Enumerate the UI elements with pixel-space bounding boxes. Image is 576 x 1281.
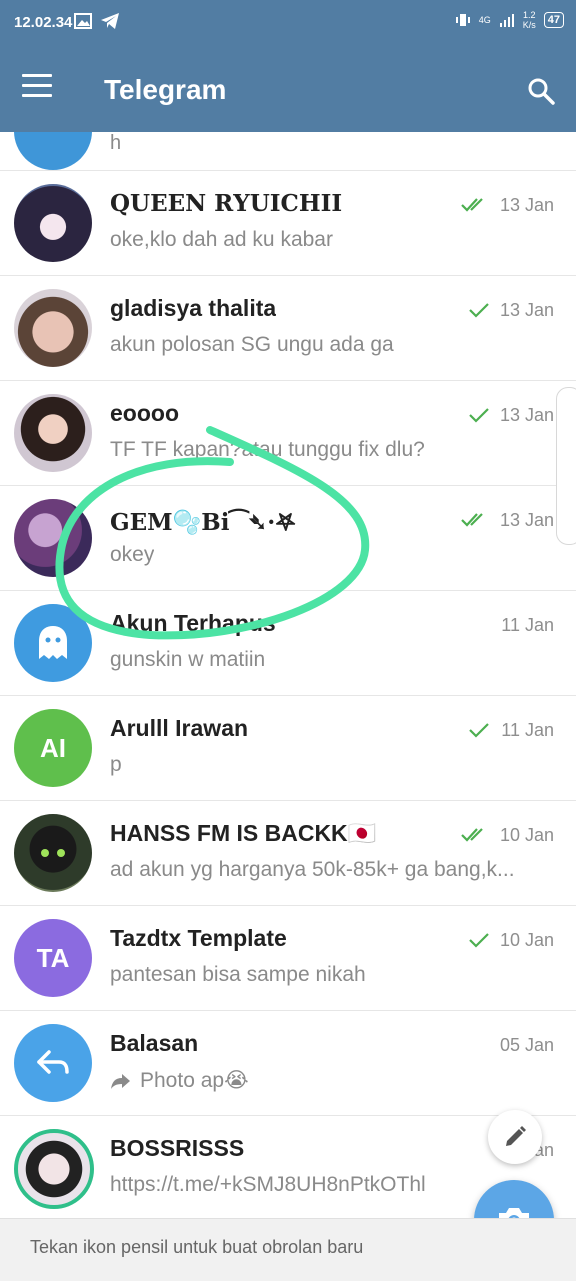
- chat-row-partial[interactable]: h: [0, 132, 576, 171]
- chat-date: 10 Jan: [499, 825, 554, 845]
- chat-name: Tazdtx Template: [110, 925, 287, 951]
- forward-icon: [111, 1073, 130, 1089]
- double-check-icon: [461, 513, 483, 527]
- chat-row[interactable]: HANSS FM IS BACKK🇯🇵 10 Jan ad akun yg ha…: [0, 801, 576, 906]
- avatar: [14, 814, 92, 892]
- check-icon: [469, 723, 489, 738]
- avatar: [14, 1129, 94, 1209]
- chat-name: 𝐆𝐄𝐌🫧𝐁𝐢⁀➴·𖤐: [110, 509, 296, 536]
- chat-row[interactable]: TA Tazdtx Template 10 Jan pantesan bisa …: [0, 906, 576, 1011]
- app-bar: Telegram: [0, 48, 576, 132]
- chat-name: 𝐐𝐔𝐄𝐄𝐍 𝐑𝐘𝐔𝐈𝐂𝐇𝐈𝐈: [110, 190, 343, 217]
- chat-message-preview: Photo ap😭: [110, 1068, 249, 1093]
- hamburger-icon: [22, 74, 52, 77]
- telegram-notification-icon: [101, 13, 119, 29]
- chat-list[interactable]: h 𝐐𝐔𝐄𝐄𝐍 𝐑𝐘𝐔𝐈𝐂𝐇𝐈𝐈 13 Jan oke,klo dah ad k…: [0, 132, 576, 1218]
- avatar: [14, 499, 92, 577]
- chat-message-preview: https://t.me/+kSMJ8UH8nPtkOThl: [110, 1173, 426, 1196]
- avatar: [14, 289, 92, 367]
- chat-message-preview: okey: [110, 543, 155, 566]
- avatar: [14, 394, 92, 472]
- reply-arrow-icon: [37, 1050, 69, 1074]
- chat-date: 11 Jan: [501, 720, 554, 740]
- menu-button[interactable]: [22, 74, 56, 106]
- avatar: AI: [14, 709, 92, 787]
- search-icon[interactable]: [526, 76, 556, 106]
- chat-name: eoooo: [110, 400, 179, 426]
- chat-row[interactable]: AI Arulll Irawan 11 Jan p: [0, 696, 576, 801]
- check-icon: [469, 408, 489, 423]
- status-left-icons: [74, 12, 120, 30]
- chat-row[interactable]: gladisya thalita 13 Jan akun polosan SG …: [0, 276, 576, 381]
- hint-text: Tekan ikon pensil untuk buat obrolan bar…: [30, 1237, 364, 1257]
- vibrate-icon: [455, 14, 470, 26]
- status-bar: 12.02.34 4G 1.2 K/s 47: [0, 0, 576, 48]
- battery-indicator: 47: [543, 12, 564, 28]
- chat-row[interactable]: Akun Terhapus 11 Jan gunskin w matiin: [0, 591, 576, 696]
- chat-date: 11 Jan: [501, 615, 554, 635]
- chat-message-preview: gunskin w matiin: [110, 648, 266, 671]
- status-time: 12.02.34: [14, 14, 73, 31]
- chat-name: Akun Terhapus: [110, 610, 276, 636]
- signal-icon: [499, 14, 514, 27]
- network-speed: 1.2 K/s: [522, 10, 536, 30]
- chat-date: 13 Jan: [499, 405, 554, 425]
- avatar: [14, 132, 92, 170]
- chat-name: Balasan: [110, 1030, 199, 1056]
- chat-date: 13 Jan: [499, 510, 554, 530]
- chat-name: BOSSRISSS: [110, 1135, 245, 1161]
- chat-message-preview: h: [110, 132, 122, 154]
- chat-name: gladisya thalita: [110, 295, 277, 321]
- status-right-icons: 4G 1.2 K/s 47: [455, 10, 564, 30]
- avatar: [14, 1024, 92, 1102]
- chat-date: 05 Jan: [499, 1035, 554, 1055]
- compose-button[interactable]: [488, 1110, 542, 1164]
- chat-message-preview: akun polosan SG ungu ada ga: [110, 333, 394, 356]
- double-check-icon: [461, 828, 483, 842]
- chat-message-preview: ad akun yg harganya 50k-85k+ ga bang,k..…: [110, 858, 515, 881]
- network-type: 4G: [478, 15, 491, 25]
- gallery-icon: [74, 13, 92, 29]
- check-icon: [469, 933, 489, 948]
- chat-message-preview: p: [110, 753, 122, 776]
- app-title: Telegram: [104, 74, 227, 105]
- double-check-icon: [461, 198, 483, 212]
- avatar: [14, 184, 92, 262]
- bottom-hint-bar: Tekan ikon pensil untuk buat obrolan bar…: [0, 1218, 576, 1281]
- chat-row[interactable]: 𝐐𝐔𝐄𝐄𝐍 𝐑𝐘𝐔𝐈𝐂𝐇𝐈𝐈 13 Jan oke,klo dah ad ku …: [0, 171, 576, 276]
- chat-row[interactable]: 𝐆𝐄𝐌🫧𝐁𝐢⁀➴·𖤐 13 Jan okey: [0, 486, 576, 591]
- chat-message-preview: pantesan bisa sampe nikah: [110, 963, 366, 986]
- chat-date: 13 Jan: [499, 195, 554, 215]
- chat-row[interactable]: eoooo 13 Jan TF TF kapan?atau tunggu fix…: [0, 381, 576, 486]
- pencil-icon: [506, 1126, 526, 1146]
- chat-message-preview: TF TF kapan?atau tunggu fix dlu?: [110, 438, 425, 461]
- character-eyes-icon: [41, 849, 65, 857]
- avatar: [14, 604, 92, 682]
- chat-message-preview: oke,klo dah ad ku kabar: [110, 228, 333, 251]
- ghost-icon: [39, 626, 67, 659]
- chat-name: Arulll Irawan: [110, 715, 249, 741]
- check-icon: [469, 303, 489, 318]
- chat-date: 13 Jan: [499, 300, 554, 320]
- chat-name: HANSS FM IS BACKK🇯🇵: [110, 820, 377, 846]
- chat-row[interactable]: Balasan 05 Jan Photo ap😭: [0, 1011, 576, 1116]
- avatar: TA: [14, 919, 92, 997]
- chat-date: 10 Jan: [499, 930, 554, 950]
- scroll-handle[interactable]: [556, 387, 576, 545]
